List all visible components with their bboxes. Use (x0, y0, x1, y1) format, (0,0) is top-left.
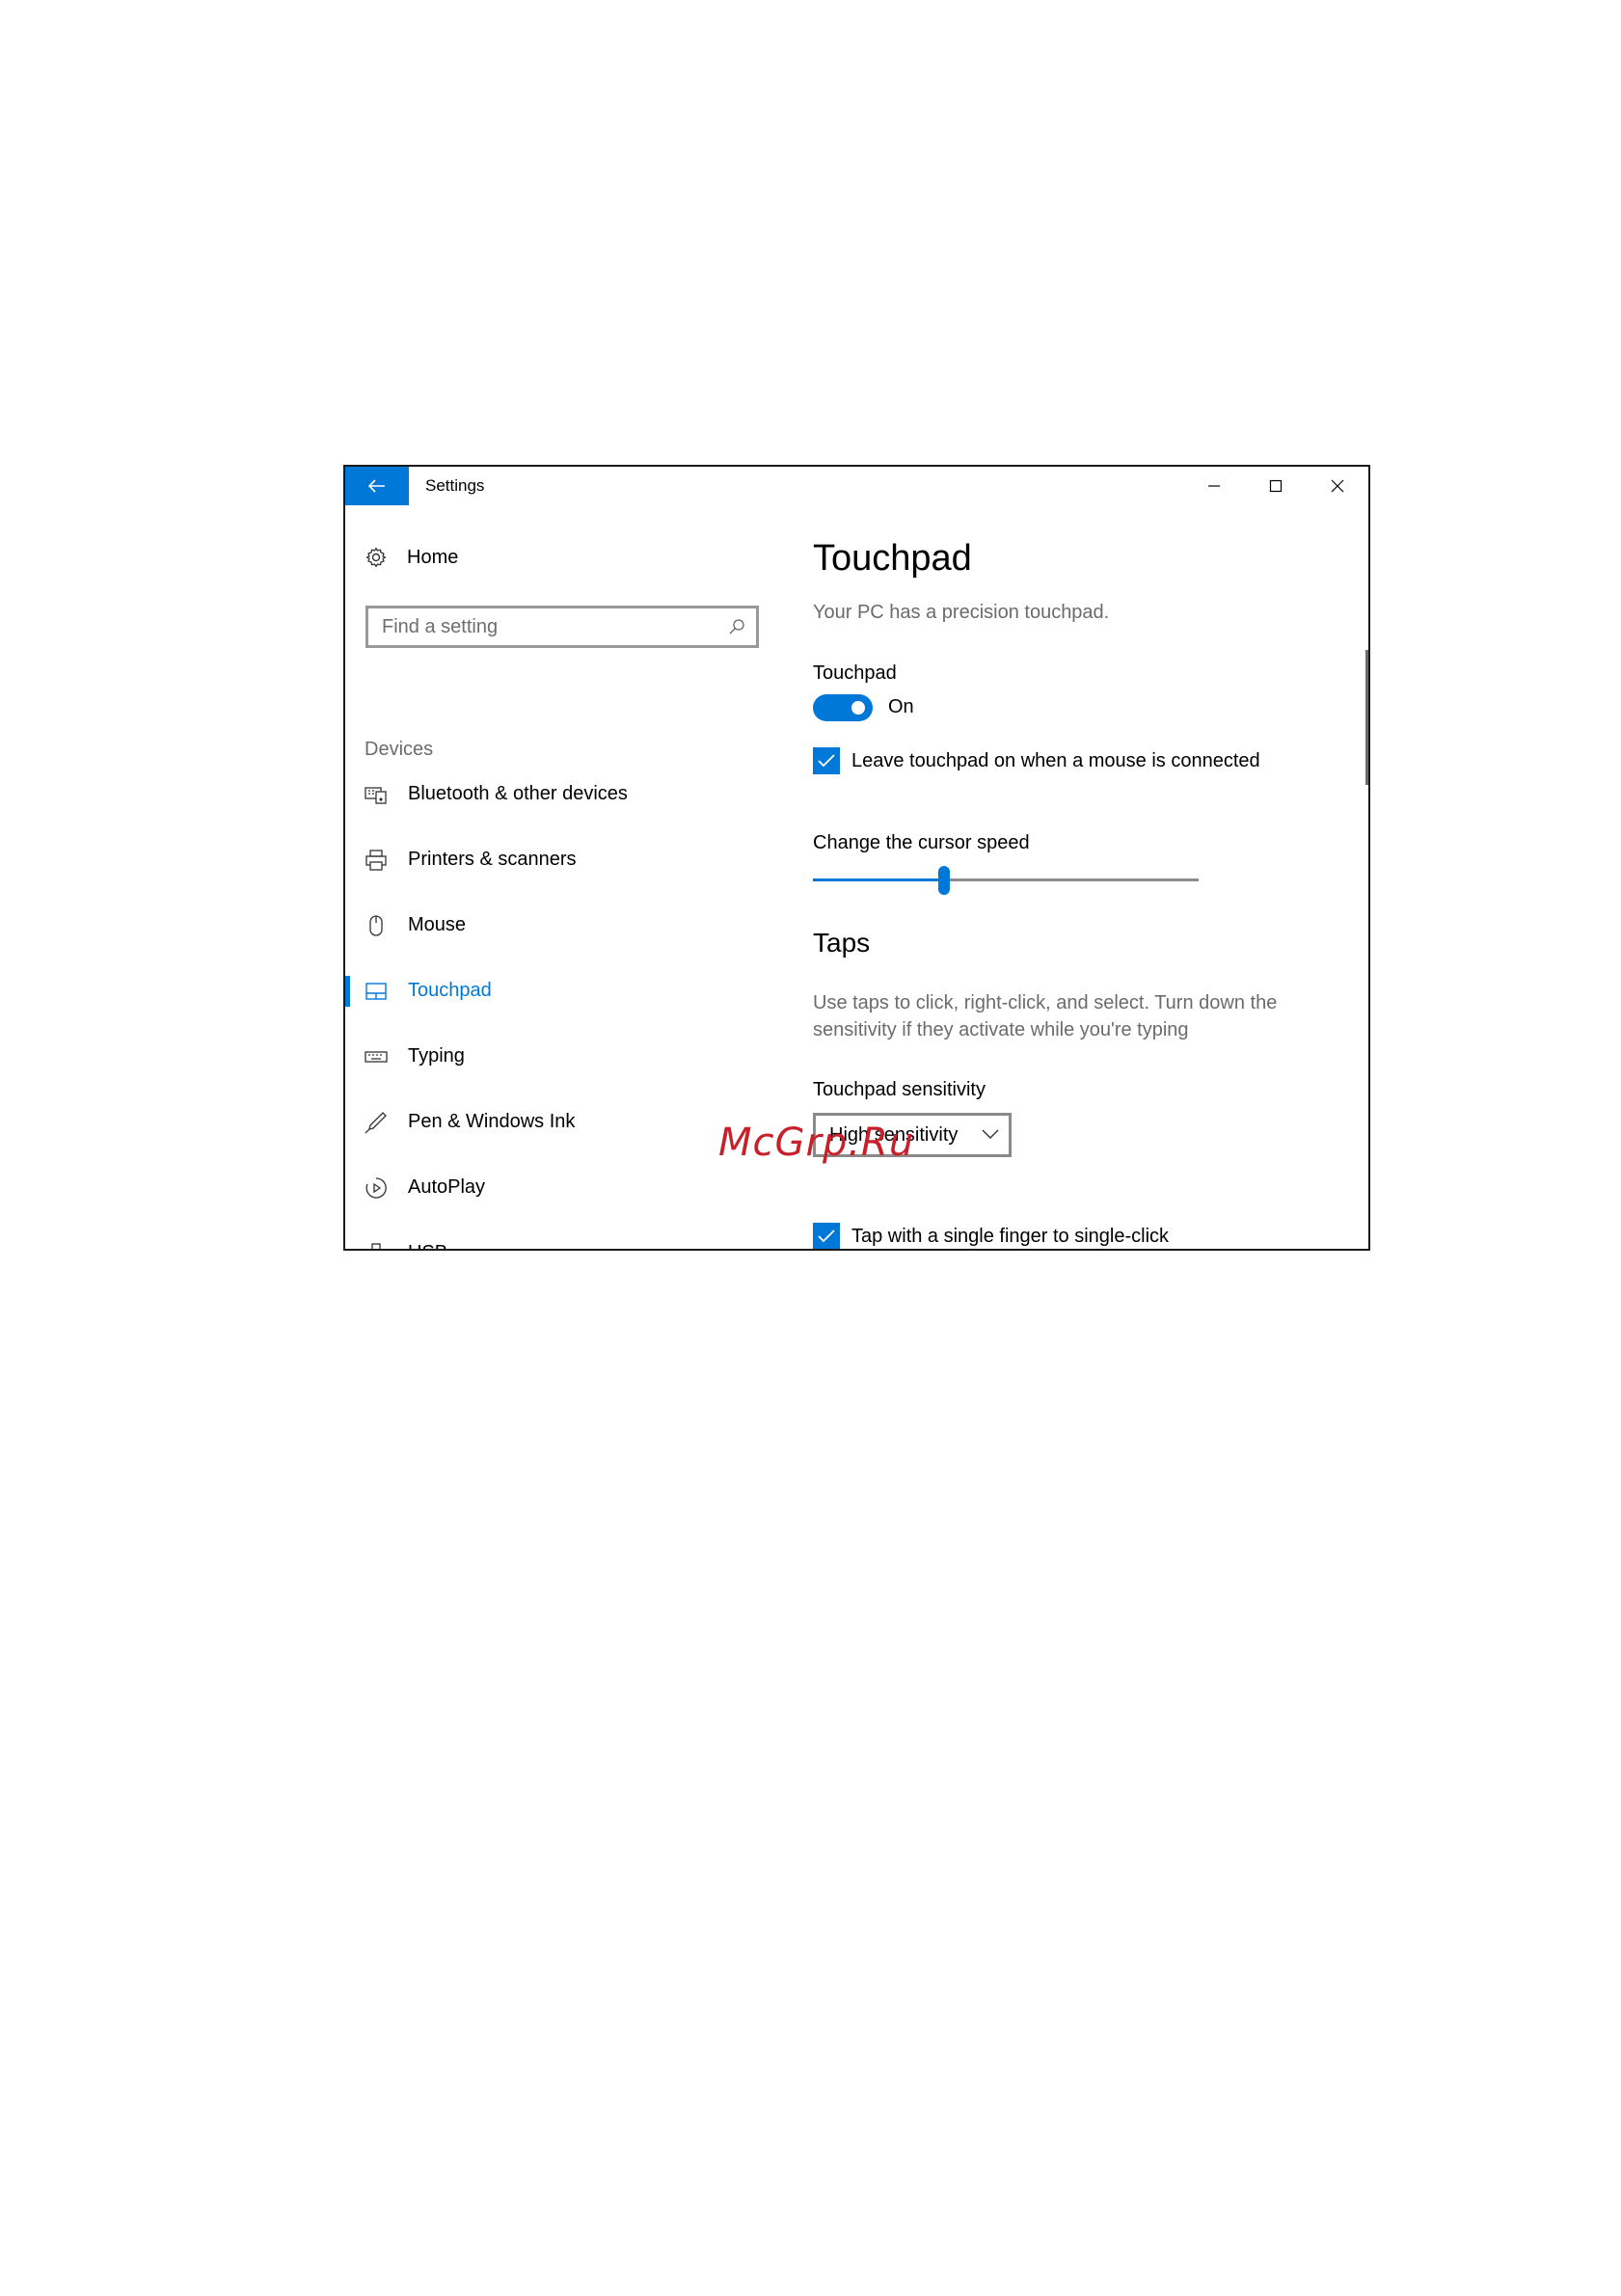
page-title: Touchpad (813, 538, 972, 579)
minimize-icon (1208, 485, 1220, 487)
checkmark-icon (818, 1229, 835, 1243)
back-arrow-icon (368, 479, 385, 493)
leave-touchpad-on-option[interactable]: Leave touchpad on when a mouse is connec… (813, 747, 1260, 774)
search-icon (729, 619, 744, 635)
close-button[interactable] (1307, 467, 1368, 505)
toggle-state-text: On (888, 696, 914, 717)
usb-icon (365, 1242, 388, 1249)
minimize-button[interactable] (1183, 467, 1245, 505)
devices-heading: Devices (365, 739, 434, 760)
mouse-icon (365, 914, 388, 937)
gear-icon (365, 547, 387, 568)
sidebar-item-label: Pen & Windows Ink (408, 1111, 576, 1132)
sidebar-item-pen[interactable]: Pen & Windows Ink (345, 1103, 770, 1142)
window-title: Settings (425, 476, 485, 495)
taps-description: Use taps to click, right-click, and sele… (813, 992, 1278, 1040)
leave-touchpad-on-label: Leave touchpad on when a mouse is connec… (851, 749, 1260, 771)
slider-thumb[interactable] (938, 866, 950, 895)
sidebar-item-label: Printers & scanners (408, 849, 577, 870)
sidebar-item-usb[interactable]: USB (345, 1234, 770, 1249)
taps-heading: Taps (813, 928, 871, 958)
touchpad-toggle-label: Touchpad (813, 662, 897, 684)
precision-touchpad-note: Your PC has a precision touchpad. (813, 602, 1110, 623)
pen-icon (365, 1111, 388, 1134)
search-box[interactable] (365, 606, 759, 648)
toggle-knob (851, 701, 865, 715)
sidebar-item-touchpad[interactable]: Touchpad (345, 972, 770, 1011)
bluetooth-devices-icon (365, 783, 388, 806)
scrollbar[interactable] (1365, 650, 1368, 785)
title-bar: Settings (345, 467, 1368, 505)
sidebar-item-label: USB (408, 1242, 447, 1249)
sidebar-item-typing[interactable]: Typing (345, 1038, 770, 1076)
sidebar: Home Devices Bluetooth & other devices P… (345, 505, 770, 1249)
leave-touchpad-on-checkbox[interactable] (813, 747, 840, 774)
touchpad-toggle[interactable] (813, 694, 873, 721)
sidebar-item-label: Bluetooth & other devices (408, 783, 628, 804)
slider-fill (813, 878, 944, 881)
chevron-down-icon (982, 1129, 999, 1139)
back-button[interactable] (345, 467, 409, 505)
maximize-icon (1269, 479, 1283, 493)
watermark-text: McGrp.Ru (718, 1121, 915, 1165)
search-input[interactable] (382, 608, 710, 645)
touchpad-sensitivity-label: Touchpad sensitivity (813, 1079, 986, 1100)
sidebar-item-label: Touchpad (408, 980, 492, 1001)
maximize-button[interactable] (1245, 467, 1307, 505)
single-tap-label: Tap with a single finger to single-click (851, 1225, 1170, 1247)
sidebar-item-mouse[interactable]: Mouse (345, 906, 770, 945)
single-tap-option[interactable]: Tap with a single finger to single-click (813, 1223, 1170, 1249)
printer-icon (365, 849, 388, 872)
sidebar-item-printers[interactable]: Printers & scanners (345, 841, 770, 879)
sidebar-item-autoplay[interactable]: AutoPlay (345, 1169, 770, 1207)
sidebar-item-label: Typing (408, 1045, 465, 1067)
cursor-speed-label: Change the cursor speed (813, 832, 1030, 853)
single-tap-checkbox[interactable] (813, 1223, 840, 1249)
home-link[interactable]: Home (365, 546, 458, 569)
checkmark-icon (818, 754, 835, 768)
sidebar-item-label: AutoPlay (408, 1176, 486, 1198)
sidebar-item-bluetooth[interactable]: Bluetooth & other devices (345, 775, 770, 814)
sidebar-item-label: Mouse (408, 914, 467, 935)
close-icon (1331, 479, 1344, 493)
touchpad-icon (365, 980, 388, 1003)
cursor-speed-slider[interactable] (813, 860, 1199, 899)
keyboard-icon (365, 1045, 388, 1068)
autoplay-icon (365, 1176, 388, 1200)
home-label: Home (407, 546, 459, 568)
